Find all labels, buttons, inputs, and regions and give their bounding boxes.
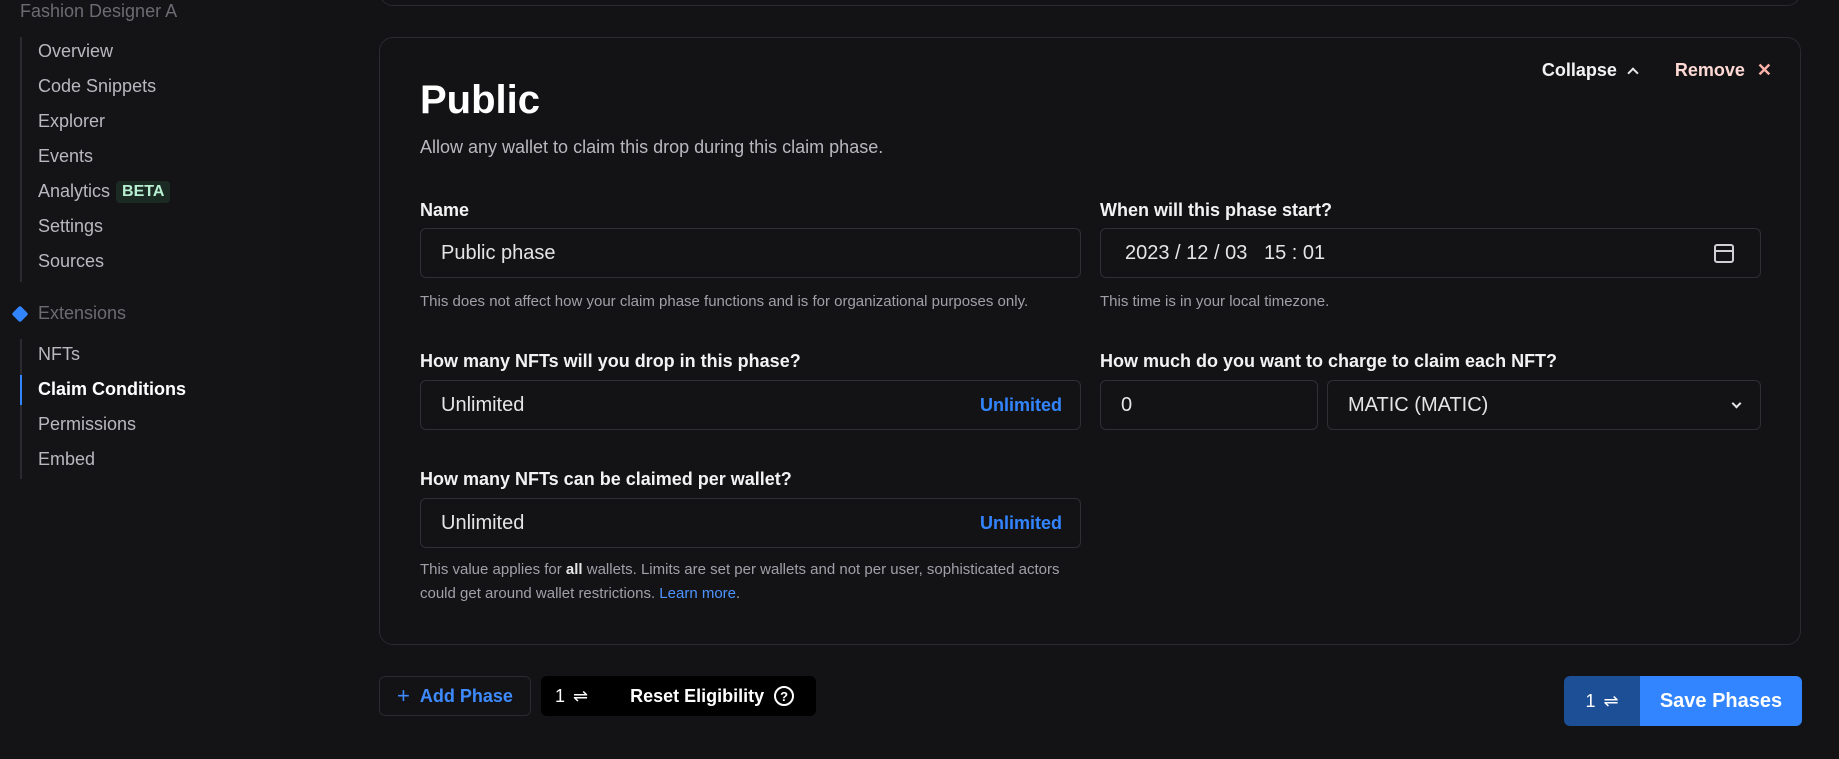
reset-eligibility-button[interactable]: Reset Eligibility (630, 686, 764, 707)
contract-name: Fashion Designer A (20, 1, 178, 21)
calendar-icon[interactable] (1714, 244, 1734, 263)
currency-value: MATIC (MATIC) (1348, 393, 1489, 416)
chevron-down-icon (1731, 398, 1742, 409)
save-phases-group: 1 ⇌ Save Phases (1564, 676, 1802, 726)
active-indicator (20, 375, 22, 405)
beta-badge: BETA (116, 181, 171, 203)
sidebar-item-overview[interactable]: Overview (38, 41, 113, 62)
drop-amount-label: How many NFTs will you drop in this phas… (420, 351, 801, 371)
reset-eligibility-group: 1 ⇌ Reset Eligibility ? (541, 676, 816, 716)
sidebar-item-permissions[interactable]: Permissions (38, 414, 136, 435)
remove-button[interactable]: Remove ✕ (1675, 60, 1772, 81)
per-wallet-unlimited-button[interactable]: Unlimited (980, 513, 1062, 534)
name-value: Public phase (441, 241, 556, 264)
save-count-badge: 1 ⇌ (1564, 676, 1640, 726)
remove-label: Remove (1674, 60, 1745, 80)
start-datetime-field[interactable]: 2023 / 12 / 03 15 : 01 (1100, 228, 1761, 278)
price-field[interactable]: 0 (1100, 380, 1318, 430)
per-wallet-label: How many NFTs can be claimed per wallet? (420, 469, 792, 489)
claim-phase-card: Collapse Remove ✕ Public Allow any walle… (379, 37, 1801, 645)
sidebar-item-sources[interactable]: Sources (38, 251, 104, 272)
sidebar-item-analytics[interactable]: Analytics BETA (38, 181, 171, 203)
save-count: 1 (1585, 690, 1596, 711)
help-text-bold: all (565, 561, 583, 578)
help-icon[interactable]: ? (774, 686, 795, 706)
sidebar-item-label: Analytics (38, 181, 111, 201)
nav-group-extensions: NFTs Claim Conditions Permissions Embed (20, 339, 186, 479)
sidebar-item-explorer[interactable]: Explorer (38, 111, 105, 132)
phase-description: Allow any wallet to claim this drop duri… (420, 137, 884, 157)
per-wallet-help: This value applies for all wallets. Limi… (420, 558, 1080, 606)
sidebar-item-code-snippets[interactable]: Code Snippets (38, 76, 156, 97)
start-label: When will this phase start? (1100, 200, 1333, 220)
reset-count: 1 (555, 685, 566, 706)
nav-group-main: Overview Code Snippets Explorer Events A… (20, 37, 171, 282)
learn-more-link[interactable]: Learn more (659, 585, 736, 602)
swap-icon: ⇌ (1603, 690, 1619, 711)
start-help: This time is in your local timezone. (1100, 293, 1330, 310)
chevron-up-icon (1627, 67, 1639, 79)
drop-amount-value: Unlimited (441, 393, 525, 416)
collapse-label: Collapse (1541, 60, 1617, 80)
start-value: 2023 / 12 / 03 15 : 01 (1125, 241, 1326, 264)
sidebar: Fashion Designer A Overview Code Snippet… (0, 0, 280, 759)
plus-icon: + (397, 683, 410, 708)
add-phase-label: Add Phase (419, 685, 513, 706)
extensions-diamond-icon (11, 305, 29, 322)
help-text-end: . (736, 585, 741, 602)
reset-count-badge: 1 ⇌ (541, 686, 602, 707)
name-label: Name (420, 200, 470, 220)
extensions-label: Extensions (38, 303, 127, 323)
collapse-button[interactable]: Collapse (1541, 60, 1639, 81)
price-value: 0 (1121, 393, 1133, 416)
sidebar-item-settings[interactable]: Settings (38, 216, 103, 237)
sidebar-item-embed[interactable]: Embed (38, 449, 95, 470)
per-wallet-value: Unlimited (441, 511, 525, 534)
name-field[interactable]: Public phase (420, 228, 1081, 278)
name-help: This does not affect how your claim phas… (420, 293, 1029, 310)
per-wallet-field[interactable]: Unlimited Unlimited (420, 498, 1081, 548)
price-label: How much do you want to charge to claim … (1100, 351, 1558, 371)
add-phase-button[interactable]: + Add Phase (379, 676, 531, 716)
save-phases-button[interactable]: Save Phases (1640, 676, 1802, 726)
swap-icon: ⇌ (573, 685, 589, 706)
previous-card-edge (379, 0, 1801, 6)
phase-title: Public (420, 78, 541, 122)
drop-amount-field[interactable]: Unlimited Unlimited (420, 380, 1081, 430)
currency-select[interactable]: MATIC (MATIC) (1327, 380, 1761, 430)
close-icon: ✕ (1756, 60, 1772, 80)
card-actions: Collapse Remove ✕ (1542, 60, 1772, 81)
sidebar-item-nfts[interactable]: NFTs (38, 344, 80, 365)
extensions-header: Extensions (11, 303, 127, 324)
sidebar-item-claim-conditions[interactable]: Claim Conditions (38, 379, 186, 400)
sidebar-item-events[interactable]: Events (38, 146, 93, 167)
drop-unlimited-button[interactable]: Unlimited (980, 395, 1062, 416)
help-text-1: This value applies for (420, 561, 566, 578)
